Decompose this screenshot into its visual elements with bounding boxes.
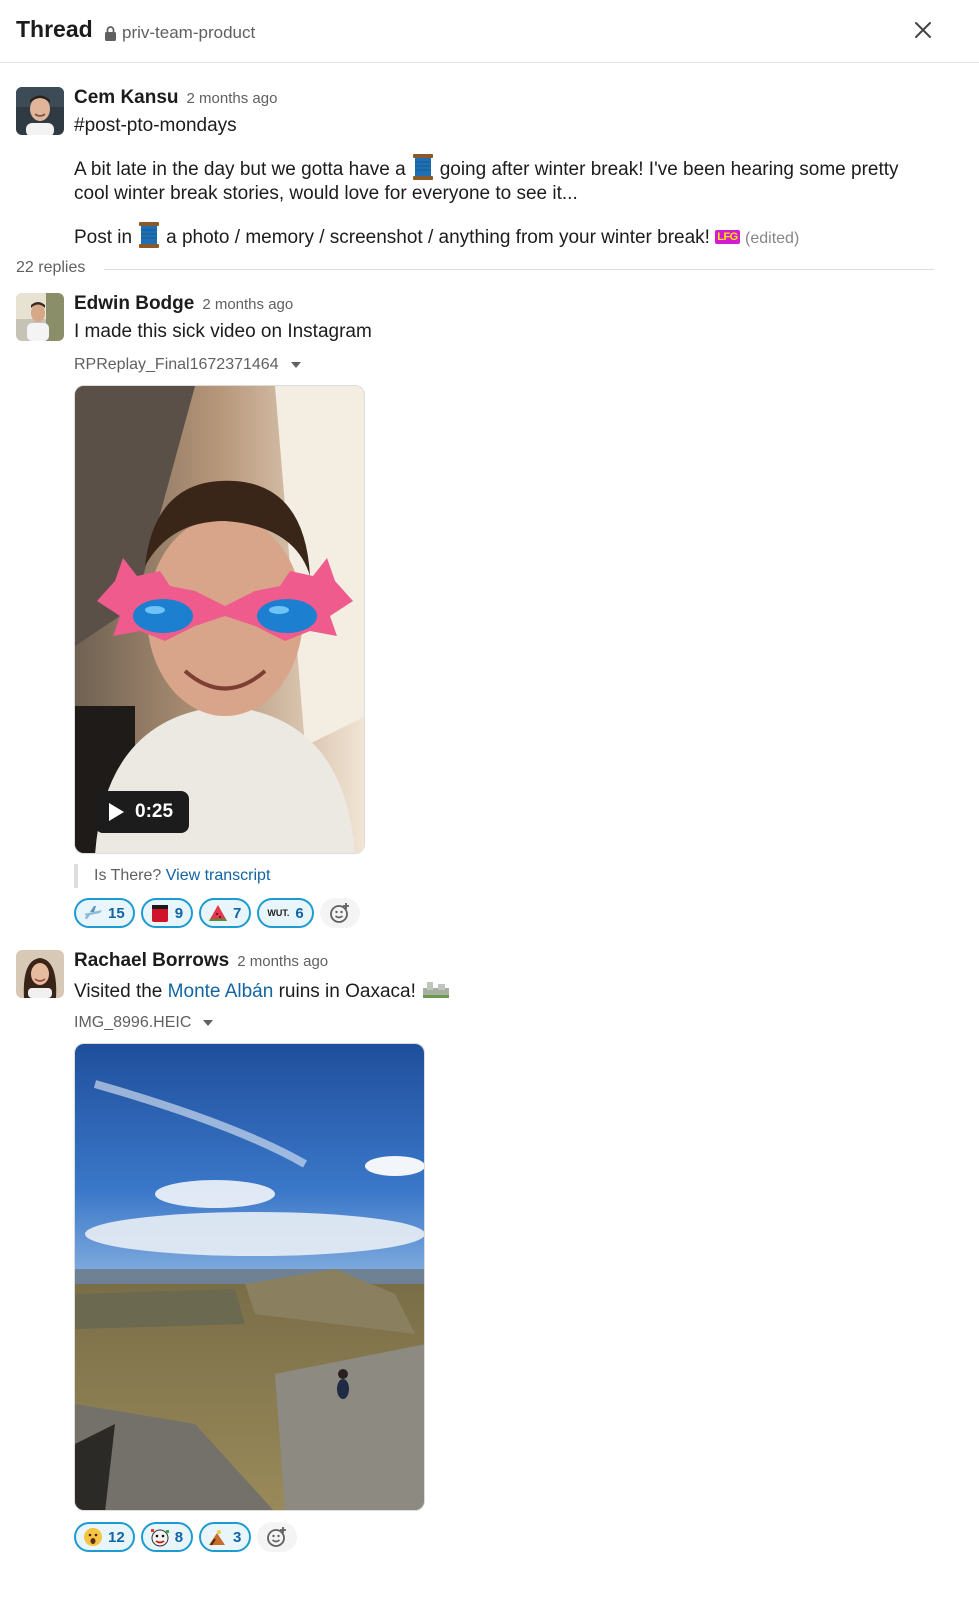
view-transcript-link[interactable]: View transcript <box>166 867 271 884</box>
airplane-icon <box>84 906 102 919</box>
file-name[interactable]: IMG_8996.HEIC <box>74 1014 214 1032</box>
file-name-label: IMG_8996.HEIC <box>74 1014 192 1031</box>
duration-label: 0:25 <box>135 801 174 822</box>
chevron-down-icon[interactable] <box>203 1020 214 1026</box>
thread-header: Thread priv-team-product <box>0 0 979 63</box>
image-attachment[interactable] <box>74 1043 425 1511</box>
reaction-count: 6 <box>295 904 304 922</box>
author-link[interactable]: Edwin Bodge <box>74 293 194 314</box>
avatar[interactable] <box>16 293 64 341</box>
replies-count: 22 replies <box>16 259 86 277</box>
reaction-party-face[interactable]: 8 <box>140 1522 194 1552</box>
file-name[interactable]: RPReplay_Final1672371464 <box>74 356 301 374</box>
channel-name[interactable]: priv-team-product <box>104 23 255 43</box>
message-text: Visited the Monte Albán ruins in Oaxaca! <box>74 978 451 1003</box>
party-face-icon <box>150 1529 169 1547</box>
thread-title: Thread <box>16 16 93 42</box>
message-paragraph-2: Post in a photo / memory / screenshot / a… <box>74 222 799 249</box>
author-name[interactable]: Edwin Bodge 2 months ago <box>74 293 293 315</box>
avatar[interactable] <box>16 87 64 135</box>
hiking-icon <box>209 1530 226 1546</box>
reaction-airplane[interactable]: 15 <box>74 898 135 928</box>
author-link[interactable]: Cem Kansu <box>74 87 179 108</box>
chevron-down-icon[interactable] <box>290 362 301 368</box>
reaction-count: 8 <box>174 1528 184 1546</box>
avatar[interactable] <box>16 950 64 998</box>
replies-divider: 22 replies <box>16 259 934 281</box>
message-paragraph-cont: cool winter break stories, would love fo… <box>74 183 578 204</box>
text-span: a photo / memory / screenshot / anything… <box>166 227 710 248</box>
text-span: going after winter break! I've been hear… <box>439 159 899 180</box>
add-reaction-button[interactable] <box>319 898 360 928</box>
author-name[interactable]: Rachael Borrows 2 months ago <box>74 950 328 972</box>
reaction-count: 15 <box>108 904 125 922</box>
author-name[interactable]: Cem Kansu 2 months ago <box>74 87 277 109</box>
ruins-emoji-icon <box>423 982 450 998</box>
add-reaction-button[interactable] <box>257 1522 298 1552</box>
reaction-count: 7 <box>233 904 242 922</box>
reaction-watermelon[interactable]: 7 <box>199 898 252 928</box>
reaction-wut[interactable]: WUT. 6 <box>257 898 314 928</box>
author-link[interactable]: Rachael Borrows <box>74 950 229 971</box>
channel-label: priv-team-product <box>122 23 256 42</box>
message-text: I made this sick video on Instagram <box>74 321 372 342</box>
file-name-label: RPReplay_Final1672371464 <box>74 356 279 373</box>
text-span: Visited the <box>74 981 163 1002</box>
video-attachment[interactable]: 0:25 <box>74 385 365 854</box>
add-emoji-icon <box>267 1527 287 1547</box>
reaction-bar: 12 8 3 <box>74 1522 298 1552</box>
surprised-face-icon <box>84 1528 102 1546</box>
video-thumbnail <box>75 386 364 853</box>
reaction-count: 9 <box>174 904 184 922</box>
text-span: Post in <box>74 227 133 248</box>
message-paragraph: A bit late in the day but we gotta have … <box>74 154 899 181</box>
message-line: #post-pto-mondays <box>74 115 237 136</box>
text-span: A bit late in the day but we gotta have … <box>74 159 406 180</box>
timestamp[interactable]: 2 months ago <box>202 296 293 313</box>
reaction-red-cup[interactable]: 9 <box>140 898 194 928</box>
spool-emoji-icon <box>139 222 160 248</box>
wut-icon: WUT. <box>267 908 290 918</box>
lock-icon <box>105 25 116 41</box>
transcript-preview: Is There? View transcript <box>74 864 270 888</box>
timestamp[interactable]: 2 months ago <box>237 953 328 970</box>
watermelon-icon <box>209 905 228 921</box>
photo-monte-alban <box>75 1044 424 1510</box>
timestamp[interactable]: 2 months ago <box>187 90 278 107</box>
video-duration-badge[interactable]: 0:25 <box>95 791 189 833</box>
edited-label: (edited) <box>745 230 800 247</box>
text-span: ruins in Oaxaca! <box>278 981 416 1002</box>
play-icon <box>109 803 124 821</box>
monte-alban-link[interactable]: Monte Albán <box>168 981 274 1002</box>
reaction-count: 3 <box>233 1528 242 1546</box>
red-cup-icon <box>151 905 168 922</box>
close-icon <box>915 22 931 38</box>
reaction-surprised-face[interactable]: 12 <box>74 1522 135 1552</box>
close-button[interactable] <box>908 15 938 45</box>
transcript-text: Is There? <box>94 867 162 884</box>
reaction-count: 12 <box>108 1528 125 1546</box>
reaction-hiking[interactable]: 3 <box>199 1522 252 1552</box>
divider-line <box>104 269 934 270</box>
add-emoji-icon <box>329 903 349 923</box>
lfg-emoji-icon: LFG <box>715 230 740 244</box>
reaction-bar: 15 9 7 WUT. 6 <box>74 898 360 928</box>
spool-emoji-icon <box>412 154 433 180</box>
